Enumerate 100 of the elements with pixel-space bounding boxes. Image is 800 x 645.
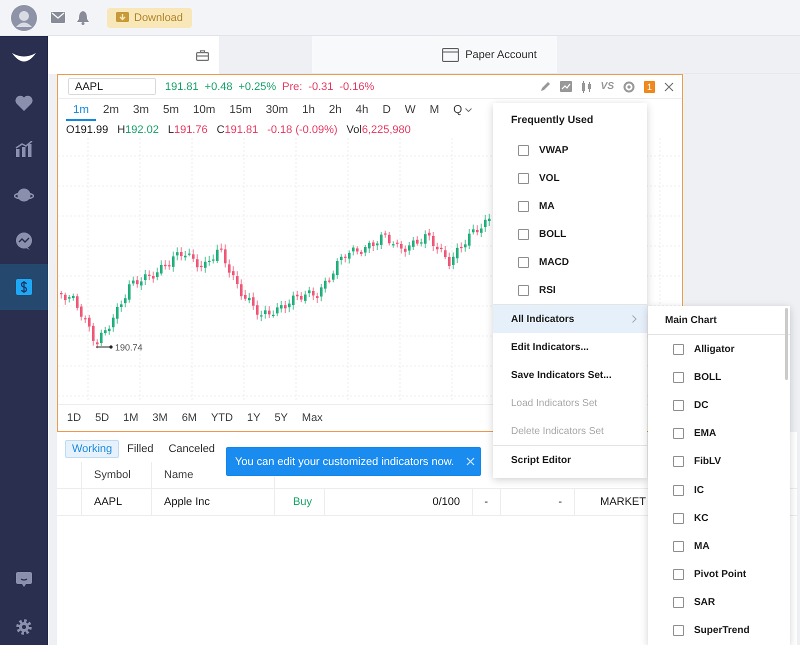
menu-item[interactable]: Save Indicators Set... <box>493 361 647 389</box>
indicator-option[interactable]: VOL <box>493 164 647 192</box>
interval-tab[interactable]: D <box>375 104 398 121</box>
indicator-option[interactable]: VWAP <box>493 136 647 164</box>
bell-icon[interactable] <box>77 10 89 24</box>
range-tab[interactable]: 5Y <box>267 412 295 424</box>
menu-item[interactable]: Script Editor <box>493 446 647 474</box>
briefcase-icon <box>196 50 209 60</box>
checkbox[interactable] <box>673 428 684 440</box>
range-tab[interactable]: YTD <box>204 412 240 424</box>
interval-tab[interactable]: 2h <box>322 104 349 121</box>
column-header: Symbol <box>82 462 152 488</box>
indicator-option[interactable]: DC <box>648 391 790 420</box>
range-tab[interactable]: 1D <box>60 412 88 424</box>
interval-tab[interactable]: 4h <box>348 104 376 121</box>
interval-tab[interactable]: 3m <box>126 104 156 121</box>
marker-dot <box>109 345 113 349</box>
checkbox[interactable] <box>673 625 684 636</box>
ohlc-value: -0.18 (-0.09%) <box>267 124 338 136</box>
checkbox[interactable] <box>673 456 684 468</box>
checkbox[interactable] <box>673 344 684 355</box>
interval-tab[interactable]: 2m <box>96 104 126 121</box>
interval-tab[interactable]: 5m <box>156 104 186 121</box>
range-tab[interactable]: 1M <box>116 412 146 424</box>
checkbox[interactable] <box>518 228 529 240</box>
settings-icon[interactable] <box>16 619 32 635</box>
message-icon[interactable] <box>16 572 32 587</box>
indicator-option[interactable]: MA <box>493 192 647 220</box>
checkbox[interactable] <box>673 569 684 580</box>
checkbox[interactable] <box>518 256 529 268</box>
planet-icon <box>14 187 34 203</box>
indicator-option[interactable]: RSI <box>493 276 647 304</box>
candlestick-icon[interactable] <box>580 80 592 92</box>
checkbox[interactable] <box>673 540 684 552</box>
range-tab[interactable]: 5D <box>88 412 116 424</box>
close-icon[interactable] <box>664 82 674 92</box>
quote-value: -0.16% <box>339 80 374 92</box>
checkbox[interactable] <box>518 144 529 156</box>
logo-icon[interactable] <box>11 52 37 64</box>
checkbox[interactable] <box>673 597 684 608</box>
indicator-option[interactable]: KC <box>648 504 790 532</box>
settings-icon[interactable] <box>623 80 635 92</box>
range-tab[interactable]: 3M <box>145 412 175 424</box>
table-cell: - <box>501 489 575 515</box>
interval-tab[interactable]: 15m <box>222 104 259 121</box>
order-tab[interactable]: Filled <box>120 440 160 458</box>
indicator-option[interactable]: EMA <box>648 420 790 448</box>
menu-item[interactable]: Edit Indicators... <box>493 333 647 361</box>
ohlc-value: L191.76 <box>168 124 208 136</box>
interval-tab[interactable]: M <box>422 104 446 121</box>
nav-item[interactable] <box>0 264 48 310</box>
leader-line <box>96 346 110 348</box>
range-tab[interactable]: 1Y <box>240 412 268 424</box>
symbol-field[interactable]: AAPL <box>68 78 156 95</box>
checkbox[interactable] <box>518 200 529 212</box>
chevron-icon <box>632 315 637 323</box>
indicator-option[interactable]: FibLV <box>648 448 790 476</box>
interval-tab[interactable]: 1h <box>295 104 322 121</box>
line-chart-icon[interactable] <box>560 81 572 92</box>
interval-tab[interactable]: Q <box>446 104 480 121</box>
pencil-icon[interactable] <box>540 81 551 92</box>
chat-chart-icon <box>15 232 33 250</box>
checkbox[interactable] <box>673 400 684 411</box>
range-tab[interactable]: 6M <box>174 412 204 424</box>
table-cell: - <box>473 489 501 515</box>
ohlc-value: Vol6,225,980 <box>346 124 411 136</box>
indicator-option[interactable]: BOLL <box>648 363 790 392</box>
low-price-label: 190.74 <box>115 342 143 352</box>
checkbox[interactable] <box>518 172 529 184</box>
ohlc-value: O191.99 <box>66 124 108 136</box>
range-tab[interactable]: Max <box>294 412 330 424</box>
indicator-option[interactable]: SAR <box>648 588 790 617</box>
checkbox[interactable] <box>673 512 684 524</box>
indicator-option[interactable]: IC <box>648 476 790 504</box>
menu-item[interactable]: All Indicators <box>493 305 647 333</box>
indicator-option[interactable]: BOLL <box>493 220 647 248</box>
scrollbar[interactable] <box>785 308 788 380</box>
mail-icon[interactable] <box>51 12 65 23</box>
quote-value: -0.31 <box>308 80 334 92</box>
order-tab[interactable]: Canceled <box>161 440 222 458</box>
interval-tab[interactable]: 10m <box>186 104 222 121</box>
checkbox[interactable] <box>673 484 684 496</box>
table-cell: 0/100 <box>325 489 473 515</box>
ohlc-value: H192.02 <box>117 124 159 136</box>
indicator-option[interactable]: SuperTrend <box>648 616 790 645</box>
interval-tab[interactable]: 1m <box>66 104 96 121</box>
indicator-option[interactable]: MA <box>648 532 790 560</box>
checkbox[interactable] <box>518 284 529 296</box>
indicator-option[interactable]: MACD <box>493 248 647 276</box>
bar-chart-icon <box>15 141 33 157</box>
window-icon <box>442 48 460 62</box>
quote-value: Pre: <box>282 80 302 92</box>
menu-heading: Frequently Used <box>510 113 594 128</box>
interval-tab[interactable]: W <box>398 104 423 121</box>
avatar[interactable] <box>11 4 37 30</box>
checkbox[interactable] <box>673 372 684 383</box>
indicator-option[interactable]: Alligator <box>648 335 790 364</box>
interval-tab[interactable]: 30m <box>258 104 296 121</box>
indicator-option[interactable]: Pivot Point <box>648 560 790 589</box>
account-tab[interactable]: Paper Account <box>312 36 557 73</box>
